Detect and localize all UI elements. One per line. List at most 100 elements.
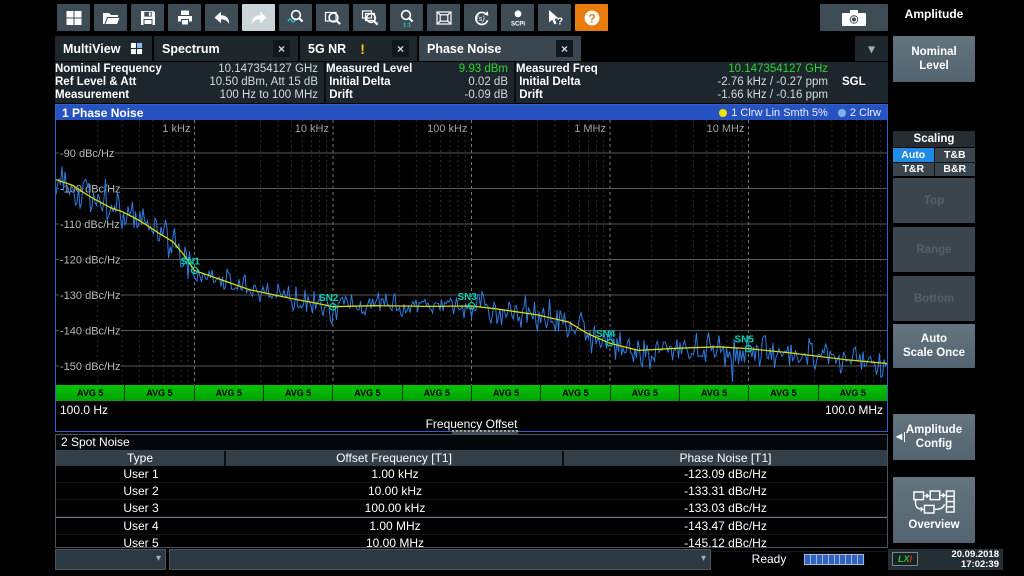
avg-segment: AVG 5 <box>680 385 749 401</box>
print-button[interactable] <box>168 4 201 31</box>
open-button[interactable] <box>94 4 127 31</box>
frame-button[interactable] <box>427 4 460 31</box>
redo-button[interactable] <box>242 4 275 31</box>
tab-spectrum[interactable]: Spectrum × <box>154 36 298 61</box>
avg-segment-bar: AVG 5AVG 5AVG 5AVG 5AVG 5AVG 5AVG 5AVG 5… <box>56 385 887 401</box>
table-cell: 100.00 kHz <box>226 500 564 516</box>
screenshot-button[interactable] <box>820 4 888 31</box>
table-row[interactable]: User 3100.00 kHz-133.03 dBc/Hz <box>56 500 887 517</box>
softkey-bottom[interactable]: Bottom <box>893 276 975 321</box>
scaling-option-auto[interactable]: Auto <box>893 148 934 162</box>
table-cell: -123.09 dBc/Hz <box>564 466 887 482</box>
y-tick-label: -90 dBc/Hz <box>60 148 114 160</box>
avg-segment: AVG 5 <box>56 385 125 401</box>
x-tick-label: 1 kHz <box>162 123 190 135</box>
window-title: 1 Phase Noise <box>62 106 143 120</box>
help-icon: ? <box>582 8 602 28</box>
windows-button[interactable] <box>57 4 90 31</box>
column-header: Type <box>56 451 226 466</box>
trace2-legend-label[interactable]: 2 Clrw <box>850 107 881 119</box>
time-label: 17:02:39 <box>951 560 999 570</box>
table-cell: 10.00 kHz <box>226 483 564 499</box>
table-header-row: TypeOffset Frequency [T1]Phase Noise [T1… <box>56 451 887 466</box>
table-cell: 1.00 MHz <box>226 518 564 534</box>
avg-segment: AVG 5 <box>819 385 887 401</box>
zoom-1to1-button[interactable]: 1:1 <box>390 4 423 31</box>
table-row[interactable]: User 41.00 MHz-143.47 dBc/Hz <box>56 517 887 535</box>
marker-label: SN1 <box>181 256 201 267</box>
svg-text:(s): (s) <box>476 13 485 22</box>
clock-box: LXI 20.09.2018 17:02:39 <box>888 549 1003 570</box>
softkey-nominal-level[interactable]: NominalLevel <box>893 36 975 82</box>
avg-segment: AVG 5 <box>541 385 610 401</box>
info-value: -2.76 kHz / -0.27 ppm <box>581 76 834 89</box>
info-label: Measured Freq <box>516 63 598 76</box>
tab-phase-noise[interactable]: Phase Noise× <box>419 36 581 61</box>
zoom-trace-button[interactable] <box>279 4 312 31</box>
softkey-range[interactable]: Range <box>893 227 975 272</box>
spacer <box>834 63 888 76</box>
tab-overflow-button[interactable]: ▾ <box>855 36 888 61</box>
status-ready-label: Ready <box>741 549 797 570</box>
scaling-option-tr[interactable]: T&R <box>893 163 934 177</box>
context-help-button[interactable]: ? <box>538 4 571 31</box>
help-button[interactable]: ? <box>575 4 608 31</box>
avg-segment: AVG 5 <box>125 385 194 401</box>
instrument-screen: { "colors":{ "accent_blue":"#2753c2","pa… <box>0 0 1024 576</box>
softkey-overview[interactable]: Overview <box>893 477 975 543</box>
progress-segment <box>811 555 816 564</box>
undo-icon <box>212 8 232 28</box>
close-icon[interactable]: × <box>556 40 573 57</box>
info-row: Measured Level9.93 dBm <box>326 63 514 76</box>
undo-button[interactable] <box>205 4 238 31</box>
table-row[interactable]: User 210.00 kHz-133.31 dBc/Hz <box>56 483 887 500</box>
info-label: Initial Delta <box>326 76 391 89</box>
info-row: Ref Level & Att10.50 dBm, Att 15 dB <box>55 76 324 89</box>
tab-label: Spectrum <box>162 42 220 56</box>
trace-legend: 1 Clrw Lin Smth 5% 2 Clrw <box>719 107 881 119</box>
window-title-bar: 1 Phase Noise 1 Clrw Lin Smth 5% 2 Clrw <box>56 105 887 120</box>
refresh-button[interactable]: (s) <box>464 4 497 31</box>
zoom-area-button[interactable] <box>316 4 349 31</box>
progress-segment <box>846 555 851 564</box>
progress-segment <box>840 555 845 564</box>
avg-segment: AVG 5 <box>403 385 472 401</box>
camera-icon <box>841 8 867 28</box>
info-row: Measurement100 Hz to 100 MHz <box>55 89 324 102</box>
info-label: Ref Level & Att <box>55 76 136 89</box>
save-icon <box>138 8 158 28</box>
zoom-multi-button[interactable] <box>353 4 386 31</box>
scaling-option-br[interactable]: B&R <box>935 163 976 177</box>
table-cell: 1.00 kHz <box>226 466 564 482</box>
y-tick-label: -120 dBc/Hz <box>60 255 121 267</box>
softkey-top[interactable]: Top <box>893 178 975 223</box>
status-dropdown-message[interactable]: ▾ <box>169 549 711 570</box>
svg-text:SCPI: SCPI <box>510 21 524 27</box>
info-value: 9.93 dBm <box>412 63 514 76</box>
collapse-bar-icon <box>904 432 905 442</box>
scpi-button[interactable]: SCPI <box>501 4 534 31</box>
progress-segment <box>829 555 834 564</box>
progress-segment <box>858 555 863 564</box>
close-icon[interactable]: × <box>273 40 290 57</box>
marker-label: SN4 <box>596 329 616 340</box>
y-tick-label: -150 dBc/Hz <box>60 361 121 373</box>
avg-segment: AVG 5 <box>472 385 541 401</box>
tab-label: MultiView <box>63 42 120 56</box>
table-row[interactable]: User 11.00 kHz-123.09 dBc/Hz <box>56 466 887 483</box>
tab-multiview[interactable]: MultiView <box>55 36 152 61</box>
phase-noise-window: 1 Phase Noise 1 Clrw Lin Smth 5% 2 Clrw … <box>55 104 888 432</box>
save-button[interactable] <box>131 4 164 31</box>
table-cell: -143.47 dBc/Hz <box>564 518 887 534</box>
y-tick-label: -140 dBc/Hz <box>60 326 121 338</box>
status-dropdown-left[interactable]: ▾ <box>55 549 166 570</box>
softkey-auto-scale-once[interactable]: AutoScale Once <box>893 324 975 368</box>
tab-5g-nr[interactable]: 5G NR!× <box>300 36 417 61</box>
close-icon[interactable]: × <box>392 40 409 57</box>
scaling-option-tb[interactable]: T&B <box>935 148 976 162</box>
trace1-legend-label[interactable]: 1 Clrw Lin Smth 5% <box>731 107 828 119</box>
open-icon <box>101 8 121 28</box>
softkey-amplitude-config[interactable]: AmplitudeConfig◀ <box>893 414 975 460</box>
info-column-3: Measured Freq10.147354127 GHz Initial De… <box>516 63 888 102</box>
info-value: 10.147354127 GHz <box>162 63 324 76</box>
